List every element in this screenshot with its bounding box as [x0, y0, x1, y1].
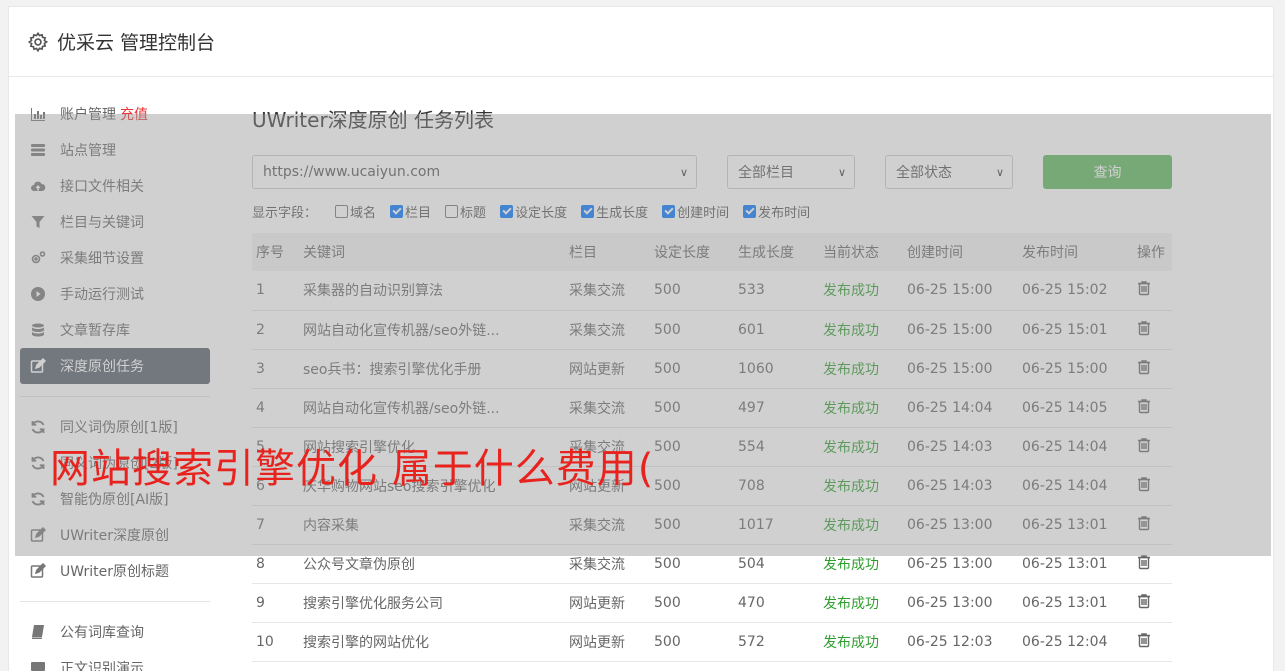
status-cell: 发布成功 — [819, 583, 903, 623]
created-time-cell: 06-25 12:03 — [903, 622, 1018, 662]
keyword-cell: 搜索引擎的网站优化 — [299, 622, 565, 662]
sidebar-item-label: 正文识别演示 — [60, 661, 144, 671]
monitor-icon — [30, 660, 46, 671]
gen-length-cell: 470 — [734, 583, 819, 623]
actions-cell — [1133, 622, 1172, 662]
sidebar-item-label: UWriter原创标题 — [60, 564, 169, 580]
keyword-cell: 搜索引擎优化服务公司 — [299, 583, 565, 623]
sidebar-item-label: 公有词库查询 — [60, 625, 144, 641]
gear-icon — [27, 31, 49, 52]
sidebar-item[interactable]: 正文识别演示 — [20, 650, 210, 671]
row-index: 9 — [252, 583, 299, 623]
sidebar-divider — [20, 601, 210, 602]
created-time-cell: 06-25 13:00 — [903, 583, 1018, 623]
gen-length-cell: 572 — [734, 622, 819, 662]
published-time-cell: 06-25 12:04 — [1018, 622, 1133, 662]
trash-icon[interactable] — [1137, 593, 1151, 609]
overlay-headline: 网站搜索引擎优化 属于什么费用( — [50, 446, 655, 492]
row-index: 10 — [252, 622, 299, 662]
published-time-cell: 06-25 13:01 — [1018, 583, 1133, 623]
edit-icon — [30, 563, 46, 579]
trash-icon[interactable] — [1137, 632, 1151, 648]
set-length-cell: 500 — [650, 583, 734, 623]
column-cell: 网站更新 — [565, 583, 650, 623]
column-cell: 网站更新 — [565, 622, 650, 662]
set-length-cell: 500 — [650, 622, 734, 662]
status-cell: 发布成功 — [819, 622, 903, 662]
header: 优采云 管理控制台 — [9, 7, 1273, 77]
sidebar-item[interactable]: 公有词库查询 — [20, 614, 210, 650]
book-icon — [30, 624, 46, 640]
sidebar-item[interactable]: UWriter原创标题 — [20, 553, 210, 589]
console-title: 优采云 管理控制台 — [57, 32, 216, 54]
actions-cell — [1133, 583, 1172, 623]
table-row: 10 搜索引擎的网站优化 网站更新 500 572 发布成功 06-25 12:03 06-2… — [252, 622, 1172, 662]
table-row: 9 搜索引擎优化服务公司 网站更新 500 470 发布成功 06-25 13:00 06-2… — [252, 583, 1172, 623]
